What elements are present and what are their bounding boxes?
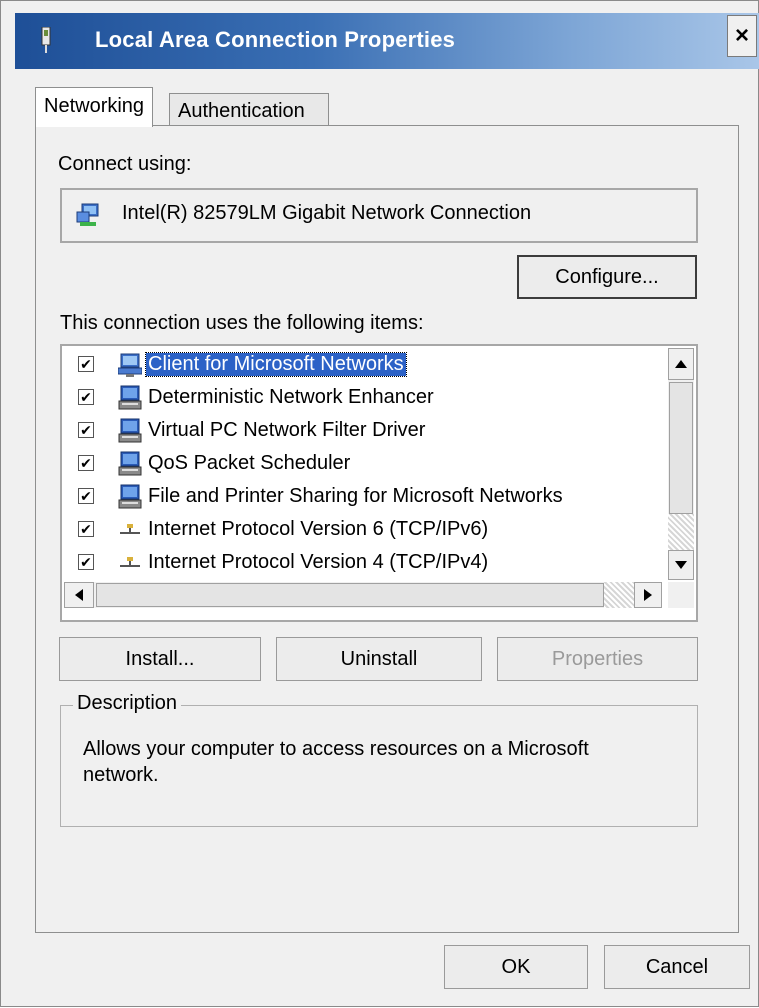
install-button[interactable]: Install... [59, 637, 261, 681]
item-checkbox[interactable]: ✔ [78, 521, 94, 537]
horizontal-scrollbar[interactable] [64, 582, 662, 608]
list-item[interactable]: ✔ Virtual PC Network Filter Driver [62, 416, 662, 449]
scrollbar-corner [668, 582, 694, 608]
item-checkbox[interactable]: ✔ [78, 554, 94, 570]
horizontal-scroll-thumb[interactable] [96, 583, 604, 607]
item-label: File and Printer Sharing for Microsoft N… [148, 485, 563, 507]
network-client-icon [117, 352, 143, 378]
uninstall-button[interactable]: Uninstall [276, 637, 482, 681]
list-item[interactable]: ✔ Internet Protocol Version 6 (TCP/IPv6) [62, 515, 662, 548]
network-service-icon [118, 385, 142, 411]
ok-button[interactable]: OK [444, 945, 588, 989]
item-checkbox[interactable]: ✔ [78, 455, 94, 471]
properties-button[interactable]: Properties [497, 637, 698, 681]
list-item[interactable]: ✔ QoS Packet Scheduler [62, 449, 662, 482]
item-label: Deterministic Network Enhancer [148, 386, 434, 408]
item-label: Virtual PC Network Filter Driver [148, 419, 426, 441]
vertical-scroll-track[interactable] [668, 514, 694, 550]
tab-networking[interactable]: Networking [35, 87, 154, 127]
item-label: QoS Packet Scheduler [148, 452, 351, 474]
items-list[interactable]: ✔ Client for Microsoft Networks ✔ Determini… [60, 344, 698, 622]
configure-button[interactable]: Configure... [517, 255, 697, 299]
network-adapter-icon [76, 203, 99, 226]
description-title: Description [73, 692, 182, 715]
item-label: Client for Microsoft Networks [145, 352, 407, 377]
tab-authentication[interactable]: Authentication [169, 93, 329, 127]
arrow-down-icon [675, 561, 687, 569]
scroll-right-button[interactable] [634, 582, 662, 608]
list-item[interactable]: ✔ Client for Microsoft Networks [62, 350, 662, 383]
description-text: Allows your computer to access resources… [83, 738, 589, 786]
connect-using-label: Connect using: [58, 153, 192, 175]
protocol-icon [118, 517, 142, 543]
item-checkbox[interactable]: ✔ [78, 488, 94, 504]
scroll-down-button[interactable] [668, 550, 694, 580]
properties-dialog: Local Area Connection Properties × Netwo… [0, 0, 759, 1007]
arrow-left-icon [75, 589, 83, 601]
network-service-icon [118, 451, 142, 477]
item-checkbox[interactable]: ✔ [78, 422, 94, 438]
scroll-left-button[interactable] [64, 582, 94, 608]
network-service-icon [118, 418, 142, 444]
item-label: Internet Protocol Version 4 (TCP/IPv4) [148, 551, 489, 573]
title-bar[interactable]: Local Area Connection Properties [15, 13, 759, 69]
arrow-right-icon [644, 589, 652, 601]
description-group: Description Allows your computer to acce… [60, 692, 698, 827]
item-checkbox[interactable]: ✔ [78, 389, 94, 405]
item-checkbox[interactable]: ✔ [78, 356, 94, 372]
network-service-icon [118, 484, 142, 510]
adapter-name: Intel(R) 82579LM Gigabit Network Connect… [122, 202, 532, 224]
adapter-field: Intel(R) 82579LM Gigabit Network Connect… [60, 188, 698, 243]
arrow-up-icon [675, 360, 687, 368]
network-connection-icon [41, 27, 51, 53]
close-button[interactable]: × [727, 15, 757, 57]
scroll-up-button[interactable] [668, 348, 694, 380]
vertical-scroll-thumb[interactable] [669, 382, 693, 514]
item-label: Internet Protocol Version 6 (TCP/IPv6) [148, 518, 489, 540]
list-item[interactable]: ✔ Internet Protocol Version 4 (TCP/IPv4) [62, 548, 662, 581]
list-item[interactable]: ✔ File and Printer Sharing for Microsoft … [62, 482, 662, 515]
cancel-button[interactable]: Cancel [604, 945, 750, 989]
dialog-title: Local Area Connection Properties [95, 27, 456, 52]
protocol-icon [118, 550, 142, 576]
vertical-scrollbar[interactable] [668, 348, 694, 580]
horizontal-scroll-track[interactable] [604, 582, 634, 608]
list-item[interactable]: ✔ Deterministic Network Enhancer [62, 383, 662, 416]
items-label: This connection uses the following items… [60, 312, 424, 334]
close-icon: × [734, 22, 749, 49]
